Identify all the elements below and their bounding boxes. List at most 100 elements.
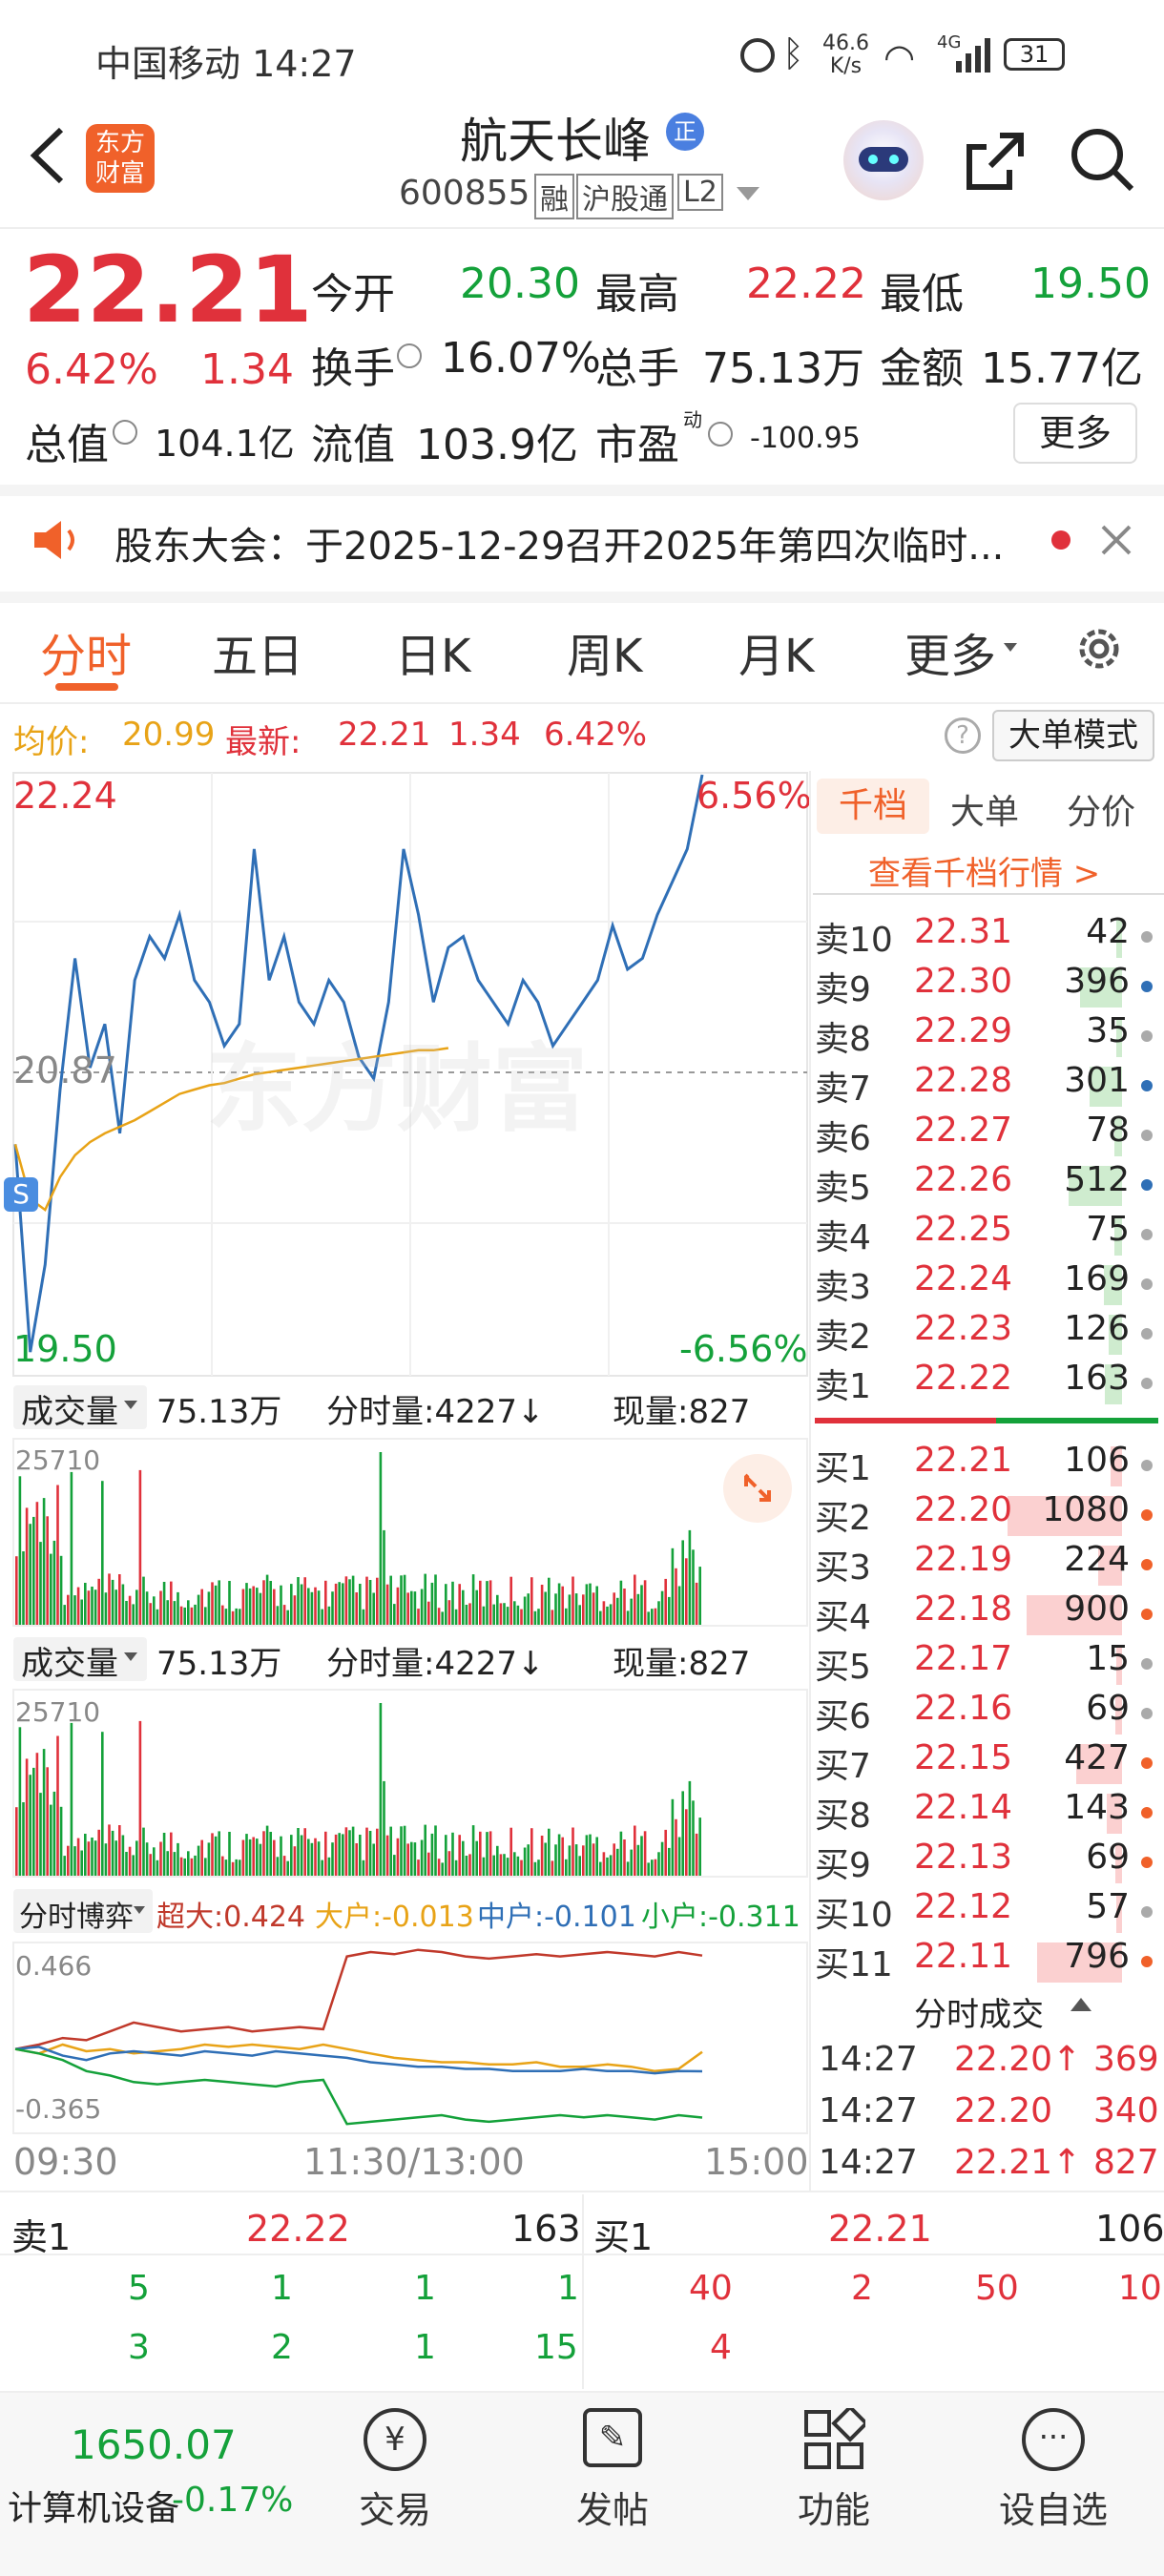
volume-bar — [400, 1826, 403, 1877]
ask-row[interactable]: 卖1 22.22 163 — [813, 1359, 1164, 1408]
close-icon[interactable] — [1097, 521, 1135, 559]
nav-functions[interactable]: 功能 — [748, 2393, 920, 2533]
ask-queue-item: 2 — [271, 2328, 293, 2367]
bid-row[interactable]: 买2 22.20 1080 — [813, 1490, 1164, 1540]
gear-icon[interactable] — [1070, 620, 1128, 677]
volume-bar — [685, 1809, 688, 1877]
ask-row[interactable]: 卖4 22.25 75 — [813, 1210, 1164, 1259]
bid-row[interactable]: 买6 22.16 69 — [813, 1689, 1164, 1738]
speaker-icon — [32, 519, 82, 561]
ask-row[interactable]: 卖5 22.26 512 — [813, 1160, 1164, 1210]
robot-assistant-icon[interactable] — [843, 120, 924, 200]
volume-bar — [173, 1852, 177, 1877]
volume-bar — [162, 1582, 166, 1626]
volume-bar — [207, 1591, 211, 1626]
level-price: 22.14 — [914, 1788, 1013, 1827]
volume-bar — [626, 1610, 630, 1626]
tab-more[interactable]: 更多 — [904, 618, 996, 685]
ask-row[interactable]: 卖7 22.28 301 — [813, 1061, 1164, 1111]
nav-post[interactable]: ✎ 发帖 — [527, 2393, 698, 2533]
notice-text[interactable]: 股东大会：于2025-12-29召开2025年第四次临时... — [114, 515, 1004, 571]
chevron-up-icon — [1070, 1998, 1091, 2011]
share-icon[interactable] — [962, 128, 1029, 195]
volume-bar — [568, 1594, 572, 1626]
level-price: 22.12 — [914, 1887, 1013, 1926]
bid-row[interactable]: 买7 22.15 427 — [813, 1738, 1164, 1788]
search-icon[interactable] — [1067, 124, 1137, 195]
volume-bar — [56, 1735, 59, 1877]
bid-row[interactable]: 买10 22.12 57 — [813, 1887, 1164, 1937]
chevron-down-icon — [134, 1906, 145, 1914]
volume-bar — [190, 1858, 194, 1877]
volume-bar — [554, 1844, 557, 1877]
volume-bar — [551, 1610, 554, 1626]
tab-price-distribution[interactable]: 分价 — [1067, 784, 1135, 834]
bid-row[interactable]: 买5 22.17 15 — [813, 1639, 1164, 1689]
more-button[interactable]: 更多 — [1013, 403, 1137, 464]
tab-daily-k[interactable]: 日K — [395, 618, 470, 685]
volume-bar — [166, 1851, 169, 1877]
high-label: 最高 — [595, 270, 679, 319]
ask-queue-item: 1 — [414, 2269, 436, 2308]
back-button[interactable] — [23, 122, 71, 189]
volume-bar — [265, 1574, 269, 1626]
volume-bar — [342, 1834, 344, 1877]
tab-intraday[interactable]: 分时 — [40, 618, 132, 685]
market-cap-label: 总值 — [25, 421, 109, 469]
volume-bar — [471, 1825, 475, 1877]
info-icon[interactable] — [397, 343, 422, 368]
dropdown-triangle-icon[interactable] — [737, 187, 759, 200]
volume-bar — [396, 1587, 400, 1626]
expand-icon[interactable] — [723, 1454, 792, 1523]
bid-row[interactable]: 买11 22.11 796 — [813, 1937, 1164, 1986]
bid-row[interactable]: 买8 22.14 143 — [813, 1788, 1164, 1838]
tab-weekly-k[interactable]: 周K — [567, 618, 642, 685]
index-name[interactable]: 计算机设备 — [8, 2481, 179, 2530]
tab-big-orders[interactable]: 大单 — [950, 784, 1019, 834]
bid-row[interactable]: 买1 22.21 106 — [813, 1441, 1164, 1490]
volume-value: 75.13万 — [702, 344, 864, 393]
ask-row[interactable]: 卖6 22.27 78 — [813, 1111, 1164, 1160]
volume-bar — [211, 1582, 214, 1626]
tab-monthly-k[interactable]: 月K — [738, 618, 814, 685]
ask-row[interactable]: 卖10 22.31 42 — [813, 912, 1164, 962]
ask-row[interactable]: 卖8 22.29 35 — [813, 1011, 1164, 1061]
tab-1000-levels[interactable]: 千档 — [817, 779, 929, 834]
volume-bar — [170, 1832, 173, 1877]
nav-trade[interactable]: ¥ 交易 — [309, 2393, 481, 2533]
volume-bar — [427, 1852, 430, 1877]
info-icon[interactable] — [113, 420, 137, 445]
bid-row[interactable]: 买9 22.13 69 — [813, 1838, 1164, 1887]
ask-row[interactable]: 卖9 22.30 396 — [813, 962, 1164, 1011]
help-icon[interactable]: ? — [945, 717, 981, 754]
trades-title[interactable]: 分时成交 — [914, 1988, 1044, 2035]
info-icon[interactable] — [708, 422, 733, 447]
s-marker-icon[interactable]: S — [4, 1177, 38, 1212]
index-value[interactable]: 1650.07 — [71, 2421, 237, 2468]
volume-bar — [420, 1589, 424, 1626]
order-dot — [1141, 1080, 1153, 1091]
ask-queue-item: 5 — [128, 2269, 150, 2308]
stock-name[interactable]: 航天长峰 — [460, 103, 651, 172]
level-volume: 78 — [1086, 1111, 1130, 1150]
ask-row[interactable]: 卖2 22.23 126 — [813, 1309, 1164, 1359]
volume-bar — [482, 1857, 486, 1877]
level-label: 买11 — [815, 1945, 893, 1984]
view-1000-levels-link[interactable]: 查看千档行情 > — [868, 847, 1100, 894]
bid-row[interactable]: 买3 22.19 224 — [813, 1540, 1164, 1589]
volume-bar — [383, 1780, 385, 1877]
volume-bar — [348, 1830, 351, 1877]
volume-bar — [671, 1548, 675, 1626]
nav-add-watchlist[interactable]: ··· 设自选 — [967, 2393, 1139, 2533]
bid-row[interactable]: 买4 22.18 900 — [813, 1589, 1164, 1639]
index-change[interactable]: -0.17% — [172, 2481, 293, 2520]
volume-bar — [293, 1846, 297, 1877]
volume-bar — [252, 1586, 255, 1626]
intraday-chart-area[interactable] — [0, 771, 811, 2173]
volume-bar — [290, 1835, 293, 1877]
level-label: 卖9 — [815, 970, 871, 1009]
volume-bar — [183, 1607, 186, 1626]
ask-row[interactable]: 卖3 22.24 169 — [813, 1259, 1164, 1309]
big-order-mode-button[interactable]: 大单模式 — [992, 710, 1154, 761]
tab-five-day[interactable]: 五日 — [212, 618, 303, 685]
